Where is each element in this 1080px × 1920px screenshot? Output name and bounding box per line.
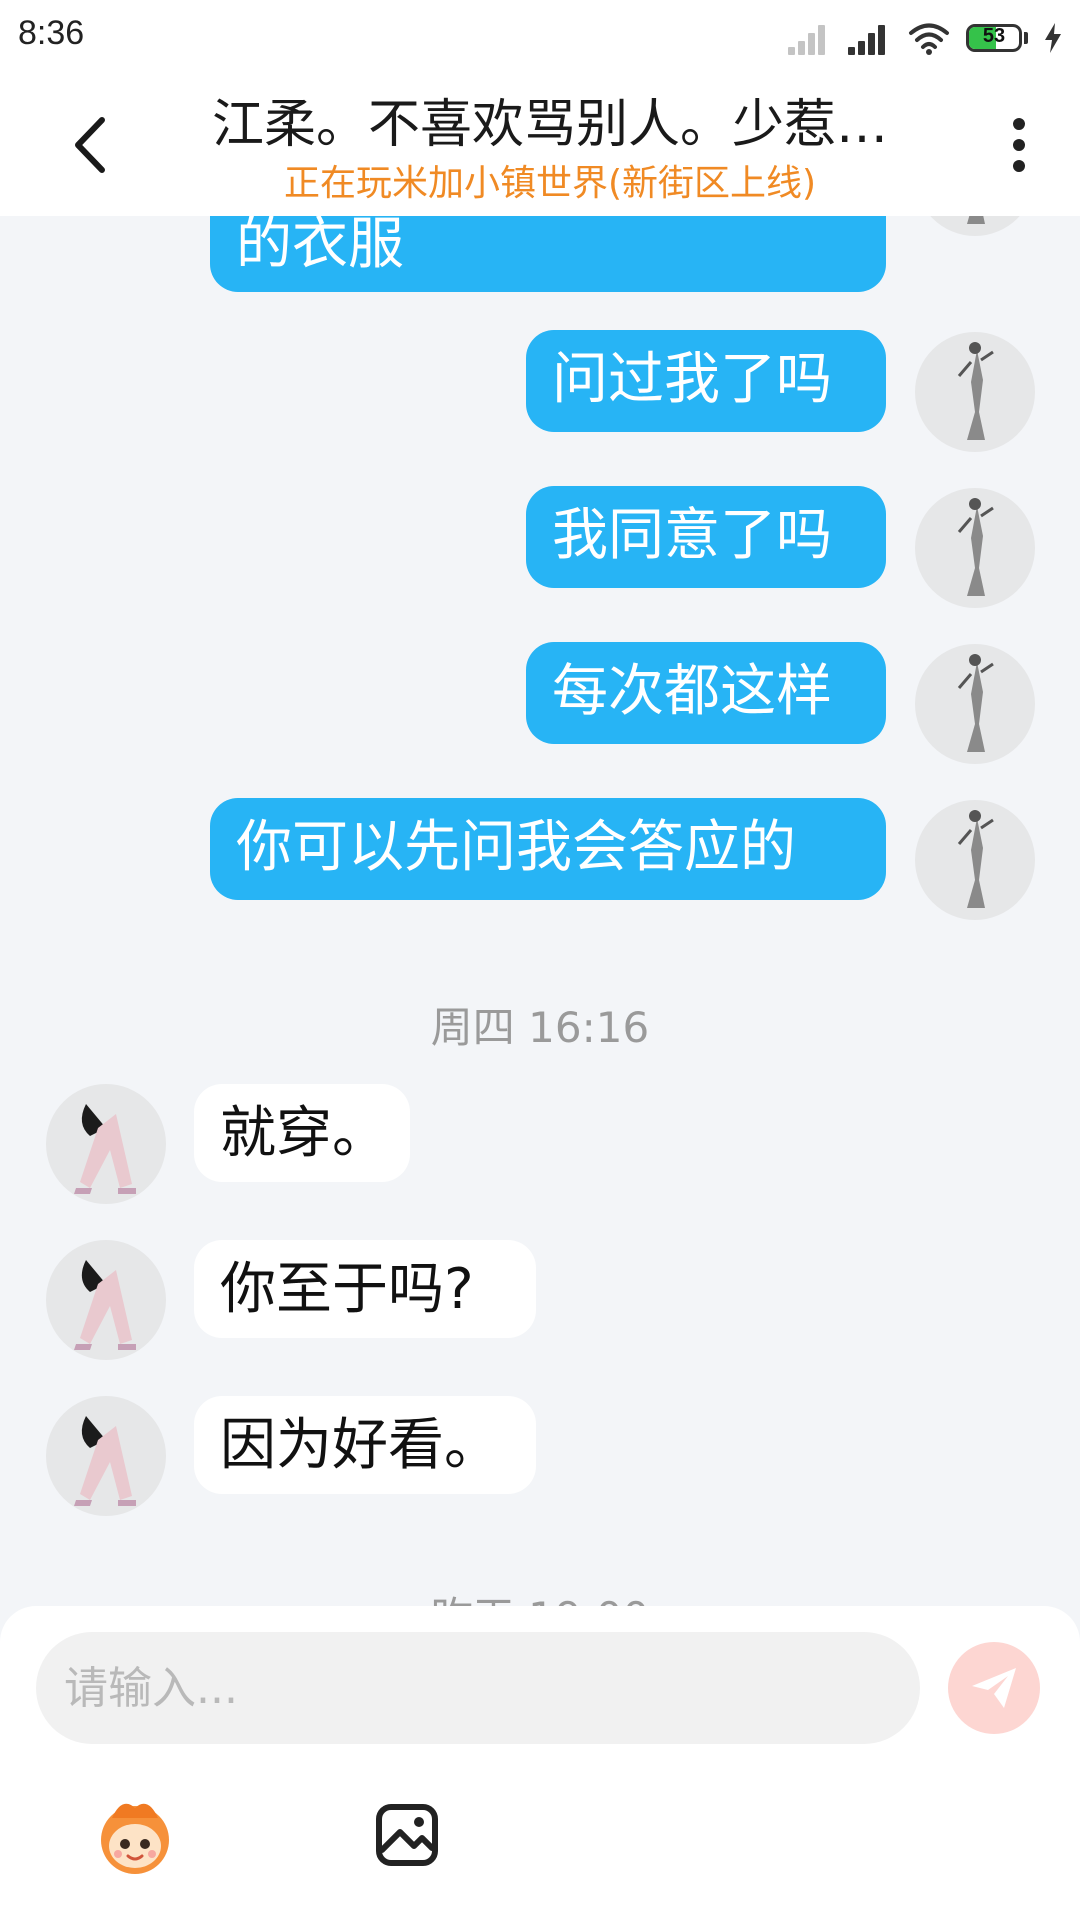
- contact-avatar[interactable]: [46, 1084, 166, 1204]
- chat-header: 江柔。不喜欢骂别人。少惹… 正在玩米加小镇世界(新街区上线): [0, 72, 1080, 216]
- charging-bolt-icon: [1045, 23, 1061, 53]
- mascot-sticker-button[interactable]: [92, 1794, 178, 1880]
- my-avatar[interactable]: [915, 800, 1035, 920]
- status-time: 8:36: [18, 14, 85, 52]
- battery-icon: 53: [966, 24, 1022, 52]
- outgoing-message[interactable]: 我同意了吗: [526, 486, 886, 588]
- avatar-figure-icon: [74, 1104, 136, 1194]
- send-plane-icon: [972, 1668, 1016, 1708]
- outgoing-message[interactable]: 你可以先问我会答应的: [210, 798, 886, 900]
- image-picker-button[interactable]: [374, 1802, 440, 1868]
- incoming-message[interactable]: 你至于吗?: [194, 1240, 536, 1338]
- more-vertical-icon: [1004, 118, 1034, 172]
- outgoing-message[interactable]: 每次都这样: [526, 642, 886, 744]
- avatar-figure-icon: [74, 1416, 136, 1506]
- outgoing-message[interactable]: 的衣服: [210, 216, 886, 292]
- contact-status: 正在玩米加小镇世界(新街区上线): [283, 163, 817, 204]
- my-avatar[interactable]: [915, 216, 1035, 236]
- status-bar: 8:36 53: [0, 0, 1080, 72]
- message-timestamp: 昨天 19:00: [0, 1584, 1080, 1606]
- back-button[interactable]: [62, 110, 122, 180]
- message-timestamp: 周四 16:16: [430, 1003, 650, 1052]
- contact-avatar[interactable]: [46, 1396, 166, 1516]
- composer-panel: [0, 1606, 1080, 1920]
- more-button[interactable]: [1004, 118, 1034, 178]
- back-arrow-icon: [75, 117, 105, 173]
- battery-level: 53: [982, 25, 1006, 47]
- avatar-figure-icon: [957, 810, 994, 908]
- contact-name[interactable]: 江柔。不喜欢骂别人。少惹…: [190, 82, 910, 157]
- sim1-signal-icon: [788, 21, 832, 55]
- image-picker-icon: [376, 1804, 438, 1866]
- battery-cap: [1024, 32, 1028, 44]
- avatar-figure-icon: [957, 342, 994, 440]
- incoming-message[interactable]: 因为好看。: [194, 1396, 536, 1494]
- chat-screen: 8:36 53 江柔。不喜欢骂别人。少惹… 正在玩米加小镇世界(新街区上线) 的…: [0, 0, 1080, 1920]
- mascot-sticker-icon: [101, 1803, 169, 1874]
- sim2-signal-icon: [848, 21, 892, 55]
- message-list[interactable]: 的衣服 问过我了吗 我同意了吗 每次都这样 你可以先问我会答应的 周四 16:1…: [0, 216, 1080, 1606]
- my-avatar[interactable]: [915, 488, 1035, 608]
- outgoing-message[interactable]: 问过我了吗: [526, 330, 886, 432]
- avatar-figure-icon: [957, 654, 994, 752]
- avatar-figure-icon: [957, 498, 994, 596]
- wifi-icon: [909, 23, 949, 55]
- avatar-figure-icon: [74, 1260, 136, 1350]
- my-avatar[interactable]: [915, 332, 1035, 452]
- status-icons: 53: [788, 18, 1062, 58]
- contact-avatar[interactable]: [46, 1240, 166, 1360]
- incoming-message[interactable]: 就穿。: [194, 1084, 410, 1182]
- message-input[interactable]: [36, 1632, 920, 1744]
- avatar-figure-icon: [967, 216, 985, 224]
- send-button[interactable]: [948, 1642, 1040, 1734]
- my-avatar[interactable]: [915, 644, 1035, 764]
